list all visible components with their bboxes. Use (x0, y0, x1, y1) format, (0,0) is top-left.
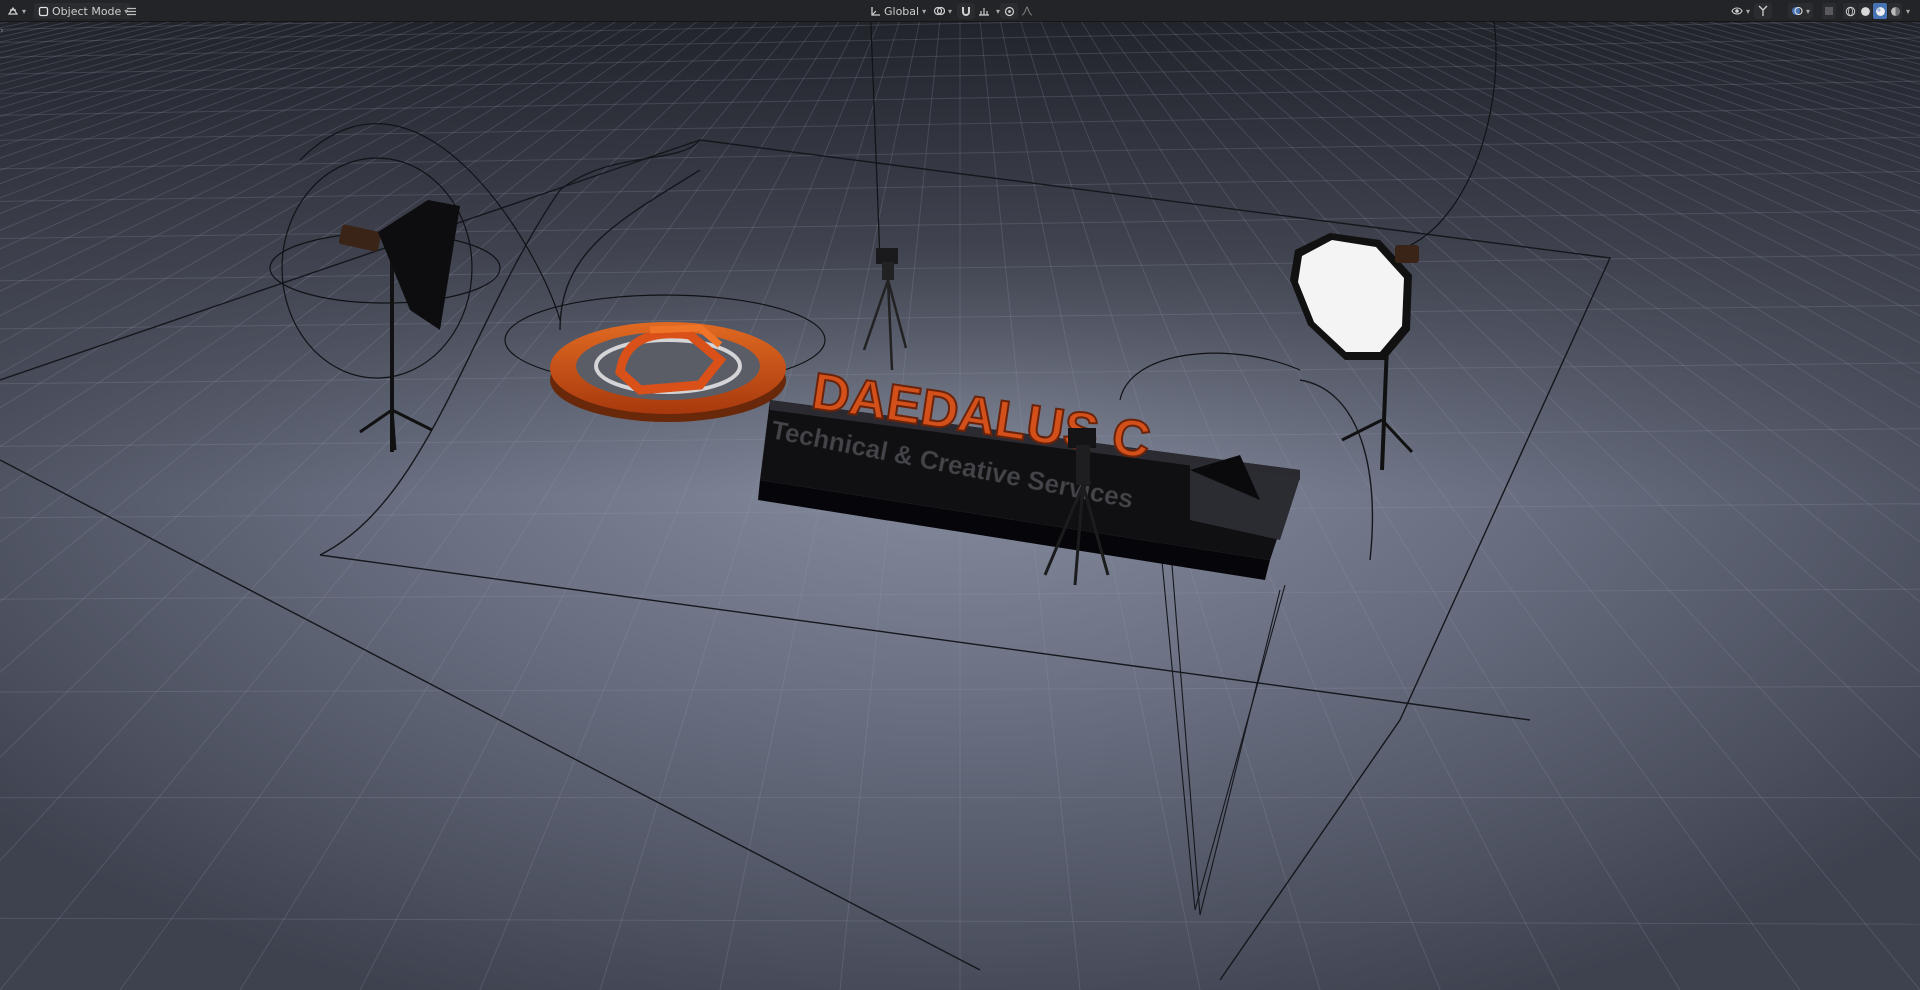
chevron-down-icon: ▾ (1905, 6, 1910, 16)
chevron-down-icon: ▾ (922, 6, 927, 16)
gizmo-toggle[interactable] (1754, 3, 1772, 19)
toolbar-expand-arrow-icon[interactable]: › (0, 26, 4, 36)
mode-selector[interactable]: Object Mode ▾ (34, 3, 132, 19)
object-mode-icon (37, 5, 49, 17)
shading-solid-button[interactable] (1858, 3, 1872, 19)
header-menu-button[interactable] (122, 3, 140, 19)
3d-viewport-icon (7, 5, 19, 17)
3d-viewport[interactable]: DAEDALUS C Technical & Creative Services (0, 0, 1920, 990)
object-visibility-selector[interactable]: ▾ (1728, 3, 1753, 19)
falloff-curve-icon (1021, 5, 1033, 17)
shading-options-dropdown[interactable]: ▾ (1903, 3, 1913, 19)
gizmo-icon (1757, 5, 1769, 17)
hamburger-menu-icon (125, 5, 137, 17)
object-visibility-icon (1731, 5, 1743, 17)
snap-magnet-icon (960, 5, 972, 17)
mode-label: Object Mode (52, 4, 122, 18)
proportional-editing-icon (1003, 5, 1015, 17)
transform-orientation-label: Global (884, 4, 920, 18)
proportional-falloff-selector[interactable] (1018, 3, 1036, 19)
shading-mode-group: ▾ (1822, 3, 1913, 19)
shading-material-preview-button[interactable] (1873, 3, 1887, 19)
shading-wireframe-button[interactable] (1843, 3, 1857, 19)
xray-toggle[interactable] (1822, 3, 1836, 19)
editor-type-button[interactable]: ▾ (4, 3, 29, 19)
proportional-editing-toggle[interactable] (1000, 3, 1018, 19)
viewport-header: ▾ Object Mode ▾ Global ▾ ▾ ▾ ▾ ▾ ▾ (0, 0, 1920, 22)
chevron-down-icon: ▾ (1746, 6, 1751, 16)
pivot-point-selector[interactable]: ▾ (930, 3, 955, 19)
chevron-down-icon: ▾ (948, 6, 953, 16)
logo-emblem (550, 322, 786, 422)
transform-orientation-selector[interactable]: Global ▾ (866, 3, 929, 19)
rendered-sphere-icon (1889, 5, 1901, 17)
solid-sphere-icon (1859, 5, 1871, 17)
overlays-icon (1791, 5, 1803, 17)
shading-rendered-button[interactable] (1888, 3, 1902, 19)
chevron-down-icon: ▾ (22, 6, 27, 16)
xray-icon (1823, 5, 1835, 17)
chevron-down-icon: ▾ (1806, 6, 1811, 16)
snap-target-selector[interactable]: ▾ (975, 3, 1003, 19)
wireframe-sphere-icon (1844, 5, 1856, 17)
orientation-axes-icon (869, 5, 881, 17)
overlays-toggle[interactable]: ▾ (1788, 3, 1814, 19)
material-sphere-icon (1874, 5, 1886, 17)
snap-toggle[interactable] (957, 3, 975, 19)
snap-increment-icon (978, 5, 990, 17)
pivot-point-icon (933, 5, 945, 17)
